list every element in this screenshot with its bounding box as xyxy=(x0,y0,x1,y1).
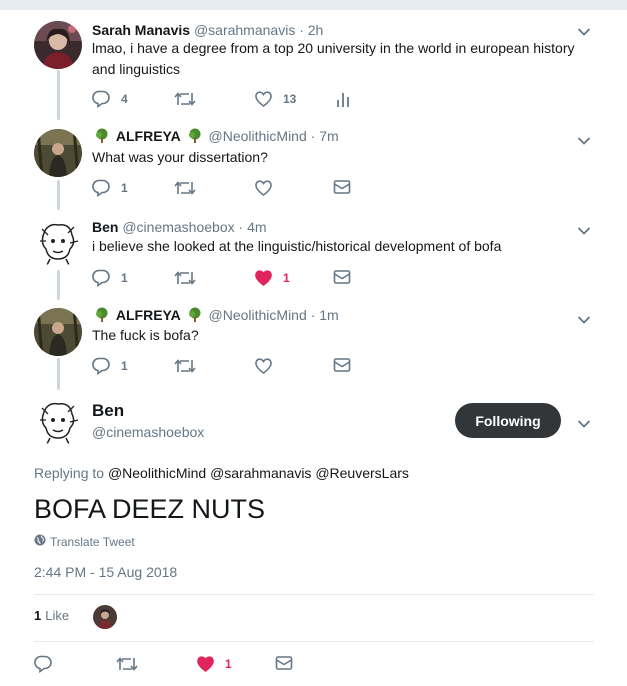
reply-button[interactable]: 1 xyxy=(92,357,128,375)
tweet-time[interactable]: · 4m xyxy=(239,219,267,235)
retweet-button[interactable] xyxy=(174,179,196,197)
heart-icon xyxy=(254,179,273,197)
analytics-button[interactable] xyxy=(336,90,350,108)
display-name[interactable]: Ben xyxy=(92,219,118,235)
tree-emoji-icon xyxy=(187,128,203,148)
tree-emoji-icon xyxy=(94,128,110,148)
liker-avatar[interactable] xyxy=(93,605,117,629)
like-button[interactable]: 13 xyxy=(254,90,296,108)
likes-stat[interactable]: 1 Like xyxy=(34,608,69,623)
display-name[interactable]: Sarah Manavis xyxy=(92,22,190,38)
display-name[interactable]: ALFREYA xyxy=(116,307,181,323)
dm-button[interactable] xyxy=(275,655,293,671)
display-name[interactable]: Ben xyxy=(92,401,124,421)
reply-count: 4 xyxy=(121,92,128,106)
tweet-text: lmao, i have a degree from a top 20 univ… xyxy=(92,40,575,77)
dm-button[interactable] xyxy=(333,357,351,373)
globe-icon xyxy=(34,534,50,549)
display-name[interactable]: ALFREYA xyxy=(116,128,181,144)
tree-emoji-icon xyxy=(94,307,110,327)
top-separator xyxy=(0,0,627,10)
retweet-icon xyxy=(174,269,196,287)
chevron-down-icon[interactable] xyxy=(577,416,591,434)
heart-icon xyxy=(254,269,273,287)
like-count: 1 xyxy=(283,271,290,285)
heart-icon xyxy=(254,357,273,375)
reply-button[interactable]: 1 xyxy=(92,269,128,287)
tweet-time[interactable]: · 2h xyxy=(299,22,323,38)
tweet-text: i believe she looked at the linguistic/h… xyxy=(92,238,502,254)
user-handle[interactable]: @sarahmanavis xyxy=(194,22,295,38)
tweet[interactable]: ALFREYA @NeolithicMind · 7m What was you… xyxy=(0,120,627,210)
retweet-button[interactable] xyxy=(174,357,196,375)
tweet-header: Ben @cinemashoebox · 4m xyxy=(92,218,267,236)
tweet-text: The fuck is bofa? xyxy=(92,327,199,343)
dm-button[interactable] xyxy=(333,269,351,285)
replying-label: Replying to xyxy=(34,465,105,481)
like-button[interactable]: 1 xyxy=(254,269,290,287)
user-handle[interactable]: @cinemashoebox xyxy=(92,424,204,440)
user-handle[interactable]: @cinemashoebox xyxy=(122,219,234,235)
tweet-timestamp[interactable]: 2:44 PM - 15 Aug 2018 xyxy=(34,564,177,580)
analytics-icon xyxy=(336,90,350,108)
replying-mentions[interactable]: @NeolithicMind @sarahmanavis @ReuversLar… xyxy=(108,465,409,481)
reply-button[interactable] xyxy=(34,655,53,673)
following-button[interactable]: Following xyxy=(455,403,561,438)
like-total: 1 xyxy=(34,608,42,623)
replying-to: Replying to @NeolithicMind @sarahmanavis… xyxy=(34,465,409,481)
retweet-icon xyxy=(174,179,196,197)
like-button[interactable]: 1 xyxy=(196,655,232,673)
tweet-header: Sarah Manavis @sarahmanavis · 2h xyxy=(92,21,323,39)
reply-icon xyxy=(92,90,111,108)
tweet[interactable]: ALFREYA @NeolithicMind · 1m The fuck is … xyxy=(0,300,627,390)
like-button[interactable] xyxy=(254,179,273,197)
tweet[interactable]: Ben @cinemashoebox · 4m i believe she lo… xyxy=(0,210,627,300)
reply-count: 1 xyxy=(121,359,128,373)
reply-icon xyxy=(92,269,111,287)
retweet-icon xyxy=(174,357,196,375)
reply-button[interactable]: 1 xyxy=(92,179,128,197)
heart-icon xyxy=(196,655,215,673)
avatar[interactable] xyxy=(34,129,82,177)
like-count: 13 xyxy=(283,92,297,106)
reply-icon xyxy=(92,357,111,375)
reply-button[interactable]: 4 xyxy=(92,90,128,108)
retweet-icon xyxy=(174,90,196,108)
tweet-text: BOFA DEEZ NUTS xyxy=(34,494,266,524)
envelope-icon xyxy=(333,357,351,373)
tweet[interactable]: Sarah Manavis @sarahmanavis · 2h lmao, i… xyxy=(0,10,627,120)
divider xyxy=(34,594,594,595)
envelope-icon xyxy=(333,269,351,285)
tree-emoji-icon xyxy=(187,307,203,327)
tweet-text: What was your dissertation? xyxy=(92,149,268,165)
like-count: 1 xyxy=(225,657,232,671)
tweet-time[interactable]: · 1m xyxy=(311,307,339,323)
envelope-icon xyxy=(333,179,351,195)
avatar[interactable] xyxy=(34,308,82,356)
user-handle[interactable]: @NeolithicMind xyxy=(209,307,307,323)
avatar[interactable] xyxy=(34,21,82,69)
like-button[interactable] xyxy=(254,357,273,375)
dm-button[interactable] xyxy=(333,179,351,195)
retweet-button[interactable] xyxy=(174,269,196,287)
reply-icon xyxy=(34,655,53,673)
translate-label: Translate Tweet xyxy=(50,534,135,549)
reply-count: 1 xyxy=(121,181,128,195)
translate-tweet-link[interactable]: Translate Tweet xyxy=(34,534,135,549)
tweet-header: ALFREYA @NeolithicMind · 1m xyxy=(92,306,339,327)
retweet-button[interactable] xyxy=(174,90,206,108)
retweet-icon xyxy=(116,655,138,673)
tweet-time[interactable]: · 7m xyxy=(311,128,339,144)
divider xyxy=(34,641,594,642)
avatar[interactable] xyxy=(34,219,82,267)
like-label: Like xyxy=(45,608,70,623)
heart-icon xyxy=(254,90,273,108)
reply-icon xyxy=(92,179,111,197)
tweet-header: ALFREYA @NeolithicMind · 7m xyxy=(92,127,339,148)
retweet-button[interactable] xyxy=(116,655,138,673)
envelope-icon xyxy=(275,655,293,671)
user-handle[interactable]: @NeolithicMind xyxy=(209,128,307,144)
avatar[interactable] xyxy=(34,398,82,446)
reply-count: 1 xyxy=(121,271,128,285)
